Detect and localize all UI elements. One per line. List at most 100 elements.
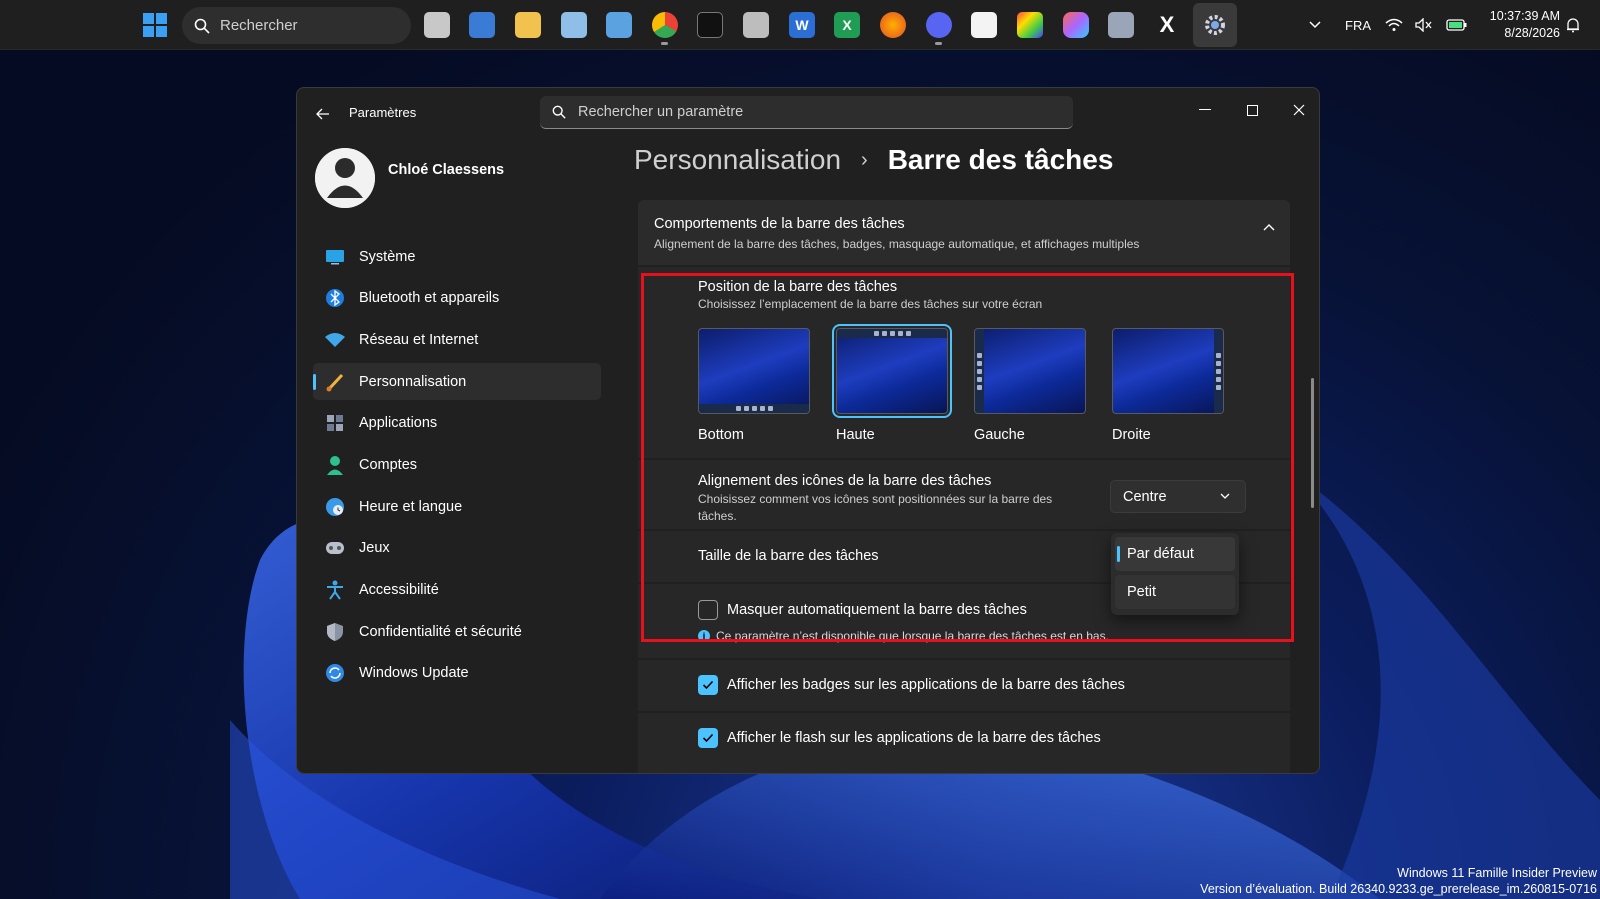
taskbar-behaviors-header[interactable]: Comportements de la barre des tâches Ali…	[638, 200, 1290, 265]
size-option-small[interactable]: Petit	[1115, 575, 1235, 609]
clock-time: 10:37:39 AM	[1489, 9, 1560, 23]
avatar[interactable]	[315, 148, 375, 208]
settings-search-input[interactable]: Rechercher un paramètre	[540, 96, 1073, 129]
sidebar-item-personnalisation[interactable]: Personnalisation	[313, 363, 601, 401]
badges-label: Afficher les badges sur les applications…	[727, 677, 1125, 693]
close-button[interactable]	[1284, 98, 1314, 122]
sidebar-item-confidentialite[interactable]: Confidentialité et sécurité	[313, 613, 601, 650]
autohide-info-note: i Ce paramètre n’est disponible que lors…	[698, 629, 1109, 643]
copilot-icon[interactable]	[1063, 12, 1089, 38]
alignment-value: Centre	[1123, 488, 1167, 505]
settings-taskbar-icon[interactable]	[1193, 3, 1237, 47]
sidebar-item-label: Réseau et Internet	[359, 331, 479, 348]
sidebar-item-accessibilite[interactable]: Accessibilité	[313, 572, 601, 609]
file-explorer-icon[interactable]	[515, 12, 541, 38]
position-option-left[interactable]: Gauche	[974, 328, 1086, 443]
taskbar-clock[interactable]: 10:37:39 AM 8/28/2026	[1490, 8, 1560, 42]
search-icon	[552, 105, 566, 119]
taskbar: Rechercher W X X FRA 10:37:39 AM 8/28/20…	[0, 0, 1600, 50]
gear-icon	[1205, 15, 1225, 35]
position-title: Position de la barre des tâches	[698, 279, 898, 295]
tray-overflow-chevron[interactable]	[1308, 0, 1322, 50]
position-thumb-left	[974, 328, 1086, 414]
wifi-icon	[325, 330, 345, 350]
person-icon	[325, 455, 345, 475]
icon-alignment-panel: Alignement des icônes de la barre des tâ…	[638, 460, 1290, 529]
maximize-button[interactable]	[1237, 98, 1267, 122]
sidebar-item-label: Accessibilité	[359, 582, 439, 598]
minimize-button[interactable]	[1190, 98, 1220, 122]
battery-icon[interactable]	[1446, 0, 1468, 50]
wifi-icon[interactable]	[1385, 0, 1403, 50]
position-subtitle: Choisissez l’emplacement de la barre des…	[698, 297, 1043, 311]
alignment-dropdown[interactable]: Centre	[1110, 480, 1246, 513]
sidebar-item-label: Confidentialité et sécurité	[359, 623, 522, 640]
close-icon	[1293, 104, 1305, 116]
arrow-left-icon	[316, 108, 329, 120]
color-app-icon[interactable]	[1017, 12, 1043, 38]
chevron-up-icon	[1309, 21, 1321, 29]
sidebar-item-applications[interactable]: Applications	[313, 405, 601, 442]
windows-watermark: Windows 11 Famille Insider Preview Versi…	[1200, 865, 1597, 897]
volume-muted-icon[interactable]	[1415, 0, 1433, 50]
size-option-default[interactable]: Par défaut	[1115, 537, 1235, 571]
position-thumb-right	[1112, 328, 1224, 414]
position-thumb-top	[832, 324, 952, 418]
sidebar-item-windows-update[interactable]: Windows Update	[313, 655, 601, 692]
globe-clock-icon	[325, 497, 345, 517]
language-indicator[interactable]: FRA	[1345, 0, 1371, 50]
badges-checkbox[interactable]	[698, 675, 718, 695]
terminal-icon[interactable]	[697, 12, 723, 38]
flash-checkbox[interactable]	[698, 728, 718, 748]
gamepad-icon	[325, 538, 345, 558]
x-app-icon[interactable]: X	[1154, 12, 1180, 38]
firefox-icon[interactable]	[880, 12, 906, 38]
position-option-right[interactable]: Droite	[1112, 328, 1224, 443]
content-scrollbar[interactable]	[1311, 378, 1314, 508]
size-dropdown-menu: Par défaut Petit	[1111, 533, 1239, 615]
notification-bell-icon[interactable]	[1565, 0, 1581, 50]
watermark-line-1: Windows 11 Famille Insider Preview	[1397, 866, 1597, 880]
flash-panel: Afficher le flash sur les applications d…	[638, 713, 1290, 773]
chevron-up-icon[interactable]	[1262, 222, 1276, 232]
watermark-line-2: Version d’évaluation. Build 26340.9233.g…	[1200, 882, 1597, 896]
sidebar-item-comptes[interactable]: Comptes	[313, 446, 601, 483]
sidebar-nav: Système Bluetooth et appareils Réseau et…	[313, 238, 601, 697]
alignment-subtitle: Choisissez comment vos icônes sont posit…	[698, 492, 1053, 523]
excel-icon[interactable]: X	[834, 12, 860, 38]
sidebar-item-jeux[interactable]: Jeux	[313, 530, 601, 567]
taskbar-search[interactable]: Rechercher	[182, 7, 411, 44]
control-panel-icon[interactable]	[606, 12, 632, 38]
shield-icon	[325, 622, 345, 642]
size-title: Taille de la barre des tâches	[698, 548, 879, 564]
position-option-top[interactable]: Haute	[832, 324, 952, 443]
photos-icon[interactable]	[469, 12, 495, 38]
bluetooth-icon	[325, 288, 345, 308]
accessibility-icon	[325, 580, 345, 600]
chrome-icon[interactable]	[652, 12, 678, 45]
word-icon[interactable]: W	[789, 12, 815, 38]
position-label: Droite	[1112, 427, 1151, 443]
sidebar-item-heure-langue[interactable]: Heure et langue	[313, 488, 601, 525]
back-button[interactable]	[311, 102, 335, 126]
autohide-checkbox[interactable]	[698, 600, 718, 620]
autohide-note-text: Ce paramètre n’est disponible que lorsqu…	[716, 629, 1109, 643]
info-icon: i	[698, 630, 710, 642]
discord-icon[interactable]	[926, 12, 952, 45]
breadcrumb-parent[interactable]: Personnalisation	[634, 144, 841, 176]
section-title: Comportements de la barre des tâches	[654, 216, 905, 232]
maximize-icon	[1246, 104, 1258, 116]
sidebar-item-bluetooth[interactable]: Bluetooth et appareils	[313, 280, 601, 317]
start-button[interactable]	[143, 13, 167, 37]
calculator-icon[interactable]	[743, 12, 769, 38]
task-view-icon[interactable]	[424, 12, 450, 38]
chevron-down-icon	[1220, 493, 1230, 499]
sidebar-item-systeme[interactable]: Système	[313, 238, 601, 275]
sidebar-item-label: Bluetooth et appareils	[359, 290, 500, 307]
sidebar-item-reseau[interactable]: Réseau et Internet	[313, 321, 601, 358]
tools-icon[interactable]	[1108, 12, 1134, 38]
position-option-bottom[interactable]: Bottom	[698, 328, 810, 443]
store-icon[interactable]	[971, 12, 997, 38]
apps-icon	[325, 413, 345, 433]
notepad-icon[interactable]	[561, 12, 587, 38]
